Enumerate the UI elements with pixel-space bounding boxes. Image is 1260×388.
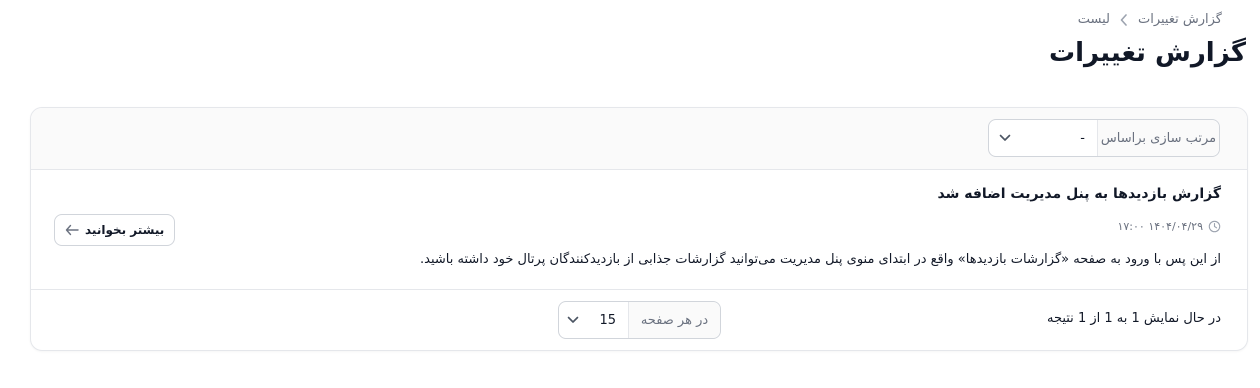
pagination-footer: در حال نمایش 1 به 1 از 1 نتیجه در هر صفح…: [31, 290, 1247, 350]
sort-select-value: -: [1080, 130, 1085, 146]
entry-description: از این پس با ورود به صفحه «گزارشات بازدی…: [420, 252, 1221, 267]
table-toolbar: مرتب سازی براساس -: [31, 108, 1247, 170]
breadcrumb: گزارش تغییرات لیست: [1078, 12, 1222, 27]
arrow-left-icon: [65, 224, 79, 236]
read-more-label: بیشتر بخوانید: [85, 223, 165, 237]
breadcrumb-parent-link[interactable]: گزارش تغییرات: [1138, 12, 1222, 27]
list-item: گزارش بازدیدها به پنل مدیریت اضافه شد ۱۴…: [31, 170, 1247, 290]
entry-meta: ۱۴۰۴/۰۴/۲۹ ۱۷:۰۰: [1117, 220, 1221, 233]
chevron-down-icon: [999, 134, 1011, 142]
sort-select-value-box[interactable]: -: [989, 120, 1097, 156]
changelog-card: مرتب سازی براساس - گزارش بازدیدها به پنل…: [30, 107, 1248, 351]
breadcrumb-current: لیست: [1077, 12, 1110, 27]
clock-icon: [1208, 220, 1221, 233]
per-page-label: در هر صفحه: [628, 302, 720, 338]
per-page-value: 15: [599, 312, 616, 328]
per-page-value-box[interactable]: 15: [559, 302, 628, 338]
read-more-button[interactable]: بیشتر بخوانید: [54, 214, 176, 246]
sort-select-label: مرتب سازی براساس: [1097, 120, 1219, 156]
entry-title: گزارش بازدیدها به پنل مدیریت اضافه شد: [937, 186, 1221, 202]
per-page-select[interactable]: در هر صفحه 15: [558, 301, 721, 339]
sort-select[interactable]: مرتب سازی براساس -: [988, 119, 1220, 157]
chevron-left-icon: [1120, 13, 1128, 26]
page-title: گزارش تغییرات: [1049, 38, 1246, 68]
chevron-down-icon: [567, 316, 579, 324]
results-summary: در حال نمایش 1 به 1 از 1 نتیجه: [1046, 311, 1221, 326]
entry-datetime: ۱۴۰۴/۰۴/۲۹ ۱۷:۰۰: [1117, 220, 1203, 233]
